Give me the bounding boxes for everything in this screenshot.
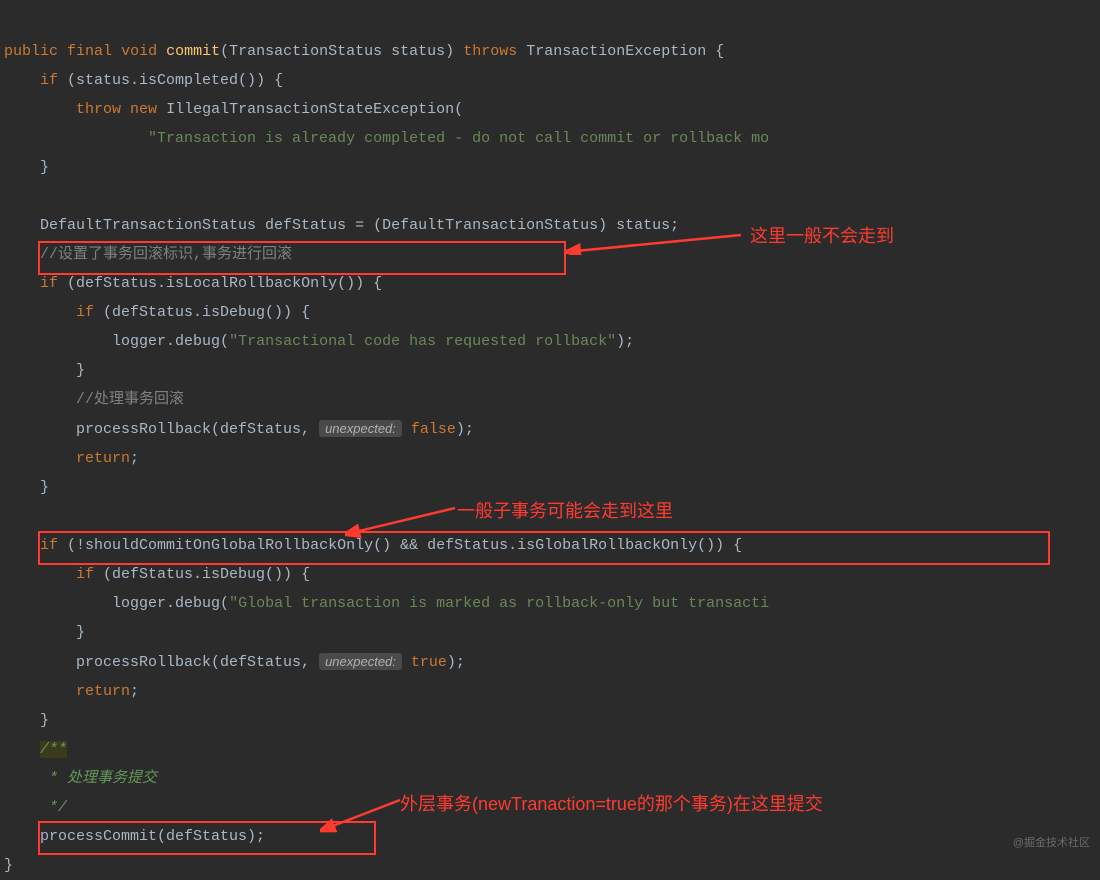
code-line-19: if (defStatus.isDebug()) { [4,566,310,583]
code-line-27: */ [4,799,67,816]
code-line-25: /** [4,741,67,758]
code-line-22: processRollback(defStatus, unexpected: t… [4,654,465,671]
watermark: @掘金技术社区 [1013,829,1090,858]
code-line-20: logger.debug("Global transaction is mark… [4,595,769,612]
annotation-3: 外层事务(newTranaction=true的那个事务)在这里提交 [400,790,823,819]
code-line-28: processCommit(defStatus); [4,828,265,845]
code-line-14: processRollback(defStatus, unexpected: f… [4,421,474,438]
code-line-8: //设置了事务回滚标识,事务进行回滚 [4,246,292,263]
code-line-15: return; [4,450,139,467]
param-hint-2: unexpected: [319,653,402,670]
code-line-12: } [4,362,85,379]
code-line-21: } [4,624,85,641]
code-line-26: * 处理事务提交 [4,770,157,787]
code-line-18: if (!shouldCommitOnGlobalRollbackOnly() … [4,537,742,554]
code-line-11: logger.debug("Transactional code has req… [4,333,634,350]
code-line-9: if (defStatus.isLocalRollbackOnly()) { [4,275,382,292]
code-line-4: "Transaction is already completed - do n… [4,130,769,147]
code-line-3: throw new IllegalTransactionStateExcepti… [4,101,463,118]
code-line-6 [4,188,13,205]
code-line-24: } [4,712,49,729]
code-line-7: DefaultTransactionStatus defStatus = (De… [4,217,679,234]
code-line-1: public final void commit(TransactionStat… [4,43,724,60]
code-line-17 [4,508,13,525]
code-editor[interactable]: public final void commit(TransactionStat… [0,8,1100,880]
code-line-2: if (status.isCompleted()) { [4,72,283,89]
code-line-13: //处理事务回滚 [4,391,184,408]
code-line-5: } [4,159,49,176]
param-hint-1: unexpected: [319,420,402,437]
annotation-2: 一般子事务可能会走到这里 [457,497,673,526]
code-line-23: return; [4,683,139,700]
code-line-16: } [4,479,49,496]
annotation-1: 这里一般不会走到 [750,222,894,251]
code-line-10: if (defStatus.isDebug()) { [4,304,310,321]
